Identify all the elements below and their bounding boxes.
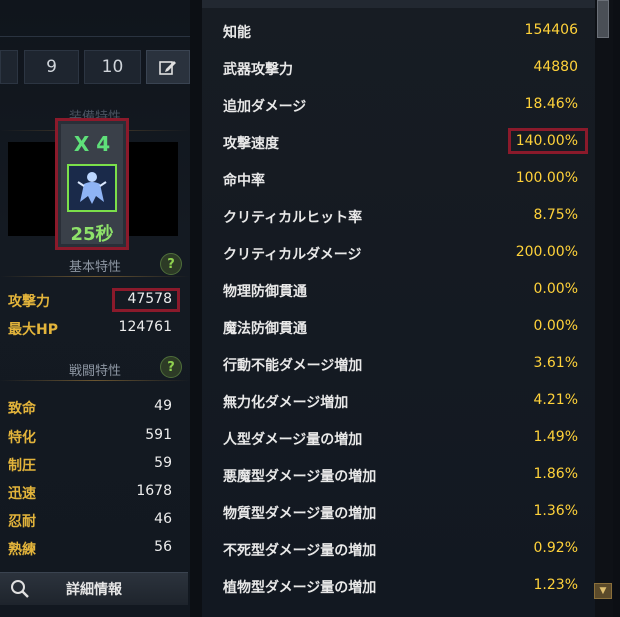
divider [0, 276, 190, 277]
stat-row: 植物型ダメージ量の増加 1.23% [202, 567, 595, 604]
edit-button[interactable] [146, 50, 190, 84]
stat-value: 1.49% [533, 429, 578, 445]
spirit-icon [77, 172, 107, 204]
character-basic-panel: 9 10 装備特性 X 4 25秒 基本特性 ? 攻撃力 [0, 0, 190, 617]
buff-background: X 4 25秒 [61, 124, 123, 245]
buff-stack-count: X 4 [73, 132, 111, 156]
stat-row: クリティカルヒット率 8.75% [202, 197, 595, 234]
stat-specialization: 特化 591 [8, 427, 172, 449]
stat-name: 知能 [223, 25, 251, 41]
detail-info-label: 詳細情報 [66, 582, 122, 598]
stat-name: 不死型ダメージ量の増加 [223, 543, 377, 559]
stat-label: 制圧 [8, 458, 36, 474]
stat-row: 追加ダメージ 18.46% [202, 86, 595, 123]
stat-name: 武器攻撃力 [223, 62, 293, 78]
stat-name: 攻撃速度 [223, 136, 279, 152]
buff-timer: 25秒 [70, 224, 114, 245]
scrollbar-track[interactable] [595, 0, 613, 617]
tab-preset-10[interactable]: 10 [84, 50, 141, 84]
stat-name: 人型ダメージ量の増加 [223, 432, 363, 448]
divider [0, 380, 190, 381]
stat-label: 特化 [8, 430, 36, 446]
stat-name: 行動不能ダメージ増加 [223, 358, 363, 374]
buff-indicator[interactable]: X 4 25秒 [55, 118, 129, 250]
stat-value: 3.61% [533, 355, 578, 371]
stat-label: 熟練 [8, 542, 36, 558]
stat-value: 154406 [524, 22, 578, 38]
combat-traits-title: 戦闘特性 [68, 364, 121, 379]
basic-traits-title: 基本特性 [68, 260, 121, 275]
stat-label: 攻撃力 [8, 294, 50, 310]
buff-skill-icon [67, 164, 117, 212]
stat-value: 4.21% [533, 392, 578, 408]
triangle-down-icon: ▼ [599, 586, 607, 596]
stat-value: 1.23% [533, 577, 578, 593]
stat-row: 知能 154406 [202, 12, 595, 49]
stat-crit: 致命 49 [8, 398, 172, 420]
stat-swiftness: 迅速 1678 [8, 483, 172, 505]
help-icon[interactable]: ? [160, 356, 182, 378]
stat-value: 1.86% [533, 466, 578, 482]
stat-row: 命中率 100.00% [202, 160, 595, 197]
stat-value: 8.75% [533, 207, 578, 223]
stat-value: 49 [154, 398, 172, 414]
preset-tabs: 9 10 [0, 50, 190, 84]
stat-value: 0.00% [533, 318, 578, 334]
stat-label: 最大HP [8, 322, 58, 338]
attack-highlight-box [112, 288, 180, 312]
stat-label: 致命 [8, 401, 36, 417]
search-icon [11, 580, 29, 598]
stat-value: 44880 [533, 59, 578, 75]
stat-name: クリティカルヒット率 [223, 210, 363, 226]
stat-name: 魔法防御貫通 [223, 321, 307, 337]
stat-value: 59 [154, 455, 172, 471]
stat-value: 0.92% [533, 540, 578, 556]
stat-max-hp: 最大HP 124761 [8, 319, 172, 341]
stat-name: 悪魔型ダメージ量の増加 [223, 469, 377, 485]
detailed-stats-panel: 知能 154406 武器攻撃力 44880 追加ダメージ 18.46% 攻撃速度… [202, 0, 595, 617]
attack-speed-highlight-box [508, 128, 588, 154]
stat-value: 18.46% [524, 96, 578, 112]
stat-name: 植物型ダメージ量の増加 [223, 580, 377, 596]
stat-row: 物質型ダメージ量の増加 1.36% [202, 493, 595, 530]
edit-icon [159, 61, 176, 75]
stat-name: 追加ダメージ [223, 99, 307, 115]
stat-label: 忍耐 [8, 514, 36, 530]
stat-value: 100.00% [515, 170, 578, 186]
stat-row: 物理防御貫通 0.00% [202, 271, 595, 308]
stat-row: 行動不能ダメージ増加 3.61% [202, 345, 595, 382]
stat-value: 56 [154, 539, 172, 555]
stat-row: 不死型ダメージ量の増加 0.92% [202, 530, 595, 567]
panel-header-strip [202, 0, 595, 8]
stat-value: 591 [145, 427, 172, 443]
scroll-down-button[interactable]: ▼ [594, 583, 612, 599]
stat-label: 迅速 [8, 486, 36, 502]
divider [0, 36, 190, 37]
stat-value: 0.00% [533, 281, 578, 297]
stat-expertise: 熟練 56 [8, 539, 172, 561]
stat-row: 武器攻撃力 44880 [202, 49, 595, 86]
stat-value: 1678 [136, 483, 172, 499]
scrollbar-thumb[interactable] [597, 0, 609, 38]
stat-row: 無力化ダメージ増加 4.21% [202, 382, 595, 419]
stat-name: 物理防御貫通 [223, 284, 307, 300]
stat-name: クリティカルダメージ [223, 247, 362, 263]
detail-info-button[interactable]: 詳細情報 [0, 572, 188, 605]
stat-name: 命中率 [223, 173, 265, 189]
stat-row: 人型ダメージ量の増加 1.49% [202, 419, 595, 456]
tab-preset-9[interactable]: 9 [24, 50, 79, 84]
stat-domination: 制圧 59 [8, 455, 172, 477]
stat-value: 200.00% [515, 244, 578, 260]
stat-row: 悪魔型ダメージ量の増加 1.86% [202, 456, 595, 493]
stat-row: クリティカルダメージ 200.00% [202, 234, 595, 271]
help-icon[interactable]: ? [160, 253, 182, 275]
stat-row: 魔法防御貫通 0.00% [202, 308, 595, 345]
stat-name: 無力化ダメージ増加 [223, 395, 349, 411]
stat-endurance: 忍耐 46 [8, 511, 172, 533]
stat-name: 物質型ダメージ量の増加 [223, 506, 377, 522]
stat-value: 1.36% [533, 503, 578, 519]
tab-preset-8[interactable] [0, 50, 18, 84]
stat-value: 124761 [118, 319, 172, 335]
stat-value: 46 [154, 511, 172, 527]
